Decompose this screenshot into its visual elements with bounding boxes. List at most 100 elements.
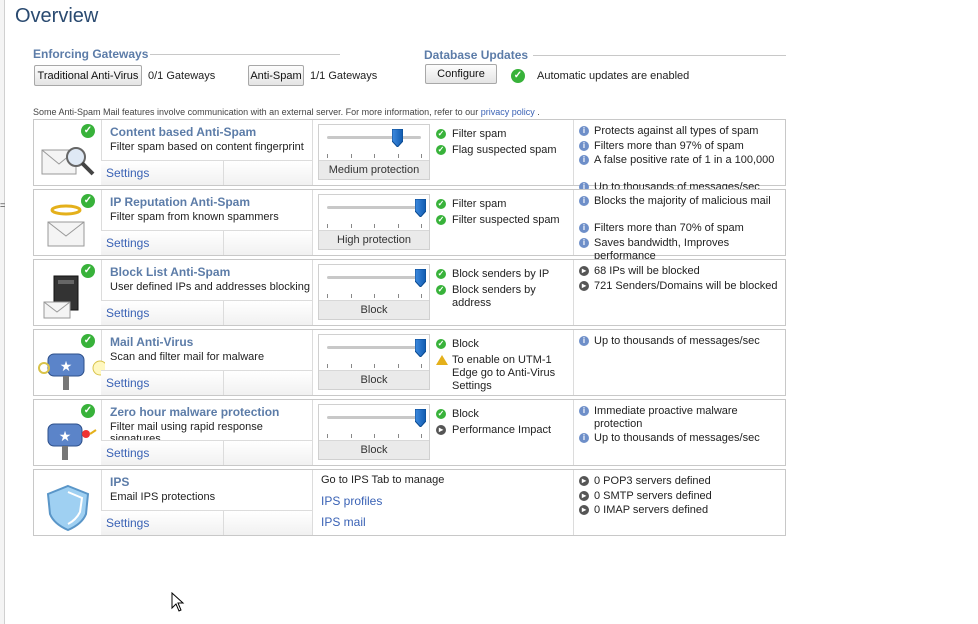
green-check-icon: ✓ — [436, 269, 446, 279]
database-updates-heading: Database Updates — [424, 48, 529, 62]
info-icon: i — [579, 140, 589, 151]
slider-tick — [374, 434, 375, 438]
green-check-icon: ✓ — [436, 199, 446, 209]
feature-description: Scan and filter mail for malware — [110, 351, 265, 363]
feature-title[interactable]: IPS — [110, 475, 129, 489]
option-text: To enable on UTM-1 Edge go to Anti-Virus… — [452, 354, 556, 392]
slider-tick — [397, 364, 399, 368]
feature-title[interactable]: IP Reputation Anti-Spam — [110, 195, 250, 209]
slider-ticks — [327, 364, 422, 368]
configure-button[interactable]: Configure — [425, 64, 497, 84]
slider-ticks — [327, 154, 422, 158]
green-check-icon: ✓ — [436, 129, 446, 139]
detail-text: Blocks the majority of malicious mail — [594, 195, 771, 207]
feature-row: ✓ Block List Anti-Spam User defined IPs an… — [33, 259, 786, 326]
slider-track[interactable] — [327, 276, 421, 279]
detail-text: 0 POP3 servers defined — [594, 475, 711, 487]
feature-description: User defined IPs and addresses blocking — [110, 281, 310, 293]
detail-text: 0 IMAP servers defined — [594, 504, 709, 516]
enabled-check-icon: ✓ — [81, 404, 95, 418]
slider-tick — [374, 294, 375, 298]
privacy-policy-link[interactable]: privacy policy — [481, 107, 535, 117]
slider-tick — [421, 154, 422, 158]
detail-text: 721 Senders/Domains will be blocked — [594, 279, 778, 292]
settings-link[interactable]: Settings — [101, 300, 224, 325]
settings-link[interactable]: Settings — [101, 510, 224, 535]
slider-tick — [421, 434, 422, 438]
option-text: Flag suspected spam — [452, 144, 557, 156]
detail-text: 0 SMTP servers defined — [594, 489, 712, 502]
slider-tick — [327, 224, 328, 228]
database-divider — [533, 55, 786, 56]
settings-link[interactable]: Settings — [101, 230, 224, 255]
row-protection-cell: Block ✓ Block ▸ Performance Impact — [312, 400, 574, 465]
row-details-cell: i Protects against all types of spam i Filt… — [573, 120, 785, 193]
ips-profiles-link[interactable]: IPS profiles — [321, 494, 382, 508]
settings-spacer — [224, 370, 312, 395]
protection-level-label: Block — [319, 300, 429, 319]
feature-title[interactable]: Zero hour malware protection — [110, 405, 279, 419]
protection-slider[interactable]: Block — [318, 404, 430, 460]
option-text: Filter suspected spam — [452, 214, 560, 226]
settings-spacer — [224, 440, 312, 465]
ips-mail-link[interactable]: IPS mail — [321, 515, 366, 529]
settings-link[interactable]: Settings — [101, 440, 224, 465]
protection-level-label: Block — [319, 440, 429, 459]
traditional-antivirus-button[interactable]: Traditional Anti-Virus — [34, 65, 142, 86]
slider-thumb[interactable] — [414, 408, 427, 428]
antispam-button[interactable]: Anti-Spam — [248, 65, 304, 86]
left-panel-edge — [0, 0, 5, 624]
feature-title[interactable]: Content based Anti-Spam — [110, 125, 256, 139]
mail-antivirus-icon: ★ — [38, 342, 108, 395]
protection-slider[interactable]: Block — [318, 264, 430, 320]
protection-slider[interactable]: Medium protection — [318, 124, 430, 180]
svg-text:★: ★ — [60, 358, 73, 374]
protection-slider[interactable]: High protection — [318, 194, 430, 250]
slider-thumb[interactable] — [414, 198, 427, 218]
slider-track[interactable] — [327, 416, 421, 419]
antivirus-gateway-count: 0/1 Gateways — [148, 70, 216, 82]
row-ips-cell: Go to IPS Tab to manage IPS profiles IPS m… — [312, 470, 574, 535]
feature-title[interactable]: Mail Anti-Virus — [110, 335, 193, 349]
enabled-check-icon: ✓ — [81, 194, 95, 208]
enforcing-divider — [150, 54, 340, 55]
green-check-icon: ✓ — [511, 69, 525, 83]
green-check-icon: ✓ — [436, 145, 446, 155]
detail-text: 68 IPs will be blocked — [594, 265, 700, 277]
slider-thumb[interactable] — [414, 338, 427, 358]
settings-link[interactable]: Settings — [101, 160, 224, 185]
info-icon: i — [579, 196, 589, 206]
slider-tick — [327, 294, 328, 298]
info-icon: i — [579, 237, 589, 248]
feature-row: ✓ IP Reputation Anti-Spam Filter spam from… — [33, 189, 786, 262]
row-details-cell: ▸ 0 POP3 servers defined ▸ 0 SMTP servers d… — [573, 470, 785, 535]
slider-tick — [397, 294, 399, 298]
ips-shield-icon — [38, 482, 98, 535]
row-info-cell: Block List Anti-Spam User defined IPs and… — [101, 260, 313, 325]
slider-thumb[interactable] — [391, 128, 403, 148]
feature-description: Filter spam based on content fingerprint — [110, 141, 304, 153]
detail-text: A false positive rate of 1 in a 100,000 — [594, 154, 775, 166]
settings-link[interactable]: Settings — [101, 370, 224, 395]
protection-slider[interactable]: Block — [318, 334, 430, 390]
slider-ticks — [327, 294, 422, 298]
info-icon: i — [579, 433, 589, 443]
dark-arrow-icon: ▸ — [579, 476, 589, 486]
privacy-note-text: Some Anti-Spam Mail features involve com… — [33, 107, 479, 117]
slider-thumb[interactable] — [414, 268, 427, 288]
slider-track[interactable] — [327, 346, 421, 349]
feature-description: Email IPS protections — [110, 491, 216, 503]
block-list-icon — [38, 272, 98, 325]
antispam-gateway-count: 1/1 Gateways — [310, 70, 378, 82]
feature-title[interactable]: Block List Anti-Spam — [110, 265, 230, 279]
page-title: Overview — [15, 5, 99, 27]
feature-description: Filter spam from known spammers — [110, 211, 279, 223]
row-icon-cell: ★ ✓ — [34, 400, 102, 465]
slider-track[interactable] — [327, 136, 421, 139]
row-protection-cell: Medium protection ✓ Filter spam ✓ Flag suspe… — [312, 120, 574, 185]
info-icon: i — [579, 155, 589, 165]
svg-text:★: ★ — [59, 428, 72, 444]
option-text: Block — [452, 338, 479, 350]
slider-track[interactable] — [327, 206, 421, 209]
option-text: Block senders by address — [452, 284, 536, 309]
